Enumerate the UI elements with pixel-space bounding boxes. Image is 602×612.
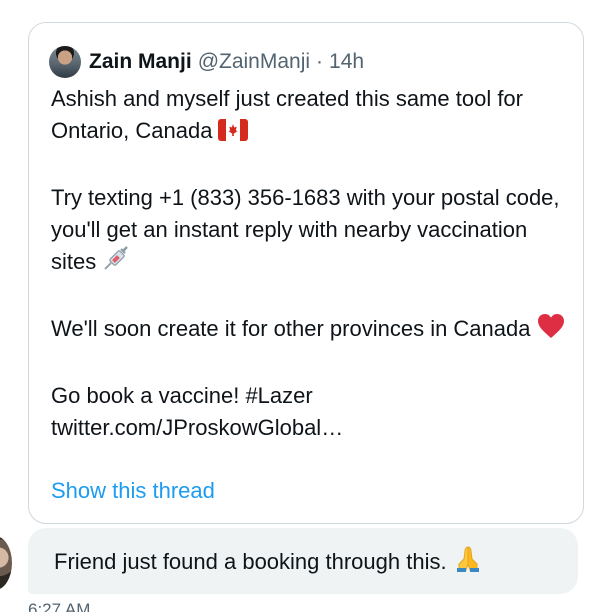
tweet-paragraph-4: Go book a vaccine! #Lazer twitter.com/JPr… bbox=[51, 380, 571, 444]
tweet-paragraph-3: We'll soon create it for other provinces… bbox=[51, 313, 571, 348]
dm-conversation: Zain Manji @ZainManji · 14h Ashish and m… bbox=[0, 0, 602, 612]
canada-flag-icon bbox=[218, 118, 249, 150]
tweet-paragraph-1-text: Ashish and myself just created this same… bbox=[51, 86, 523, 143]
tweet-time[interactable]: 14h bbox=[329, 50, 364, 74]
tweet-text: Ashish and myself just created this same… bbox=[51, 83, 571, 444]
tweet-paragraph-3-text: We'll soon create it for other provinces… bbox=[51, 316, 531, 341]
message-timestamp: 6:27 AM bbox=[28, 600, 91, 612]
syringe-icon bbox=[102, 246, 130, 281]
author-name[interactable]: Zain Manji bbox=[89, 50, 192, 74]
author-avatar[interactable] bbox=[49, 46, 81, 78]
tweet-hashtag-line: Go book a vaccine! #Lazer bbox=[51, 383, 313, 408]
tweet-header: Zain Manji @ZainManji · 14h bbox=[49, 45, 364, 79]
message-bubble[interactable]: Friend just found a booking through this… bbox=[28, 528, 578, 594]
folded-hands-icon bbox=[453, 544, 483, 578]
show-thread-link[interactable]: Show this thread bbox=[51, 475, 215, 507]
tweet-paragraph-2: Try texting +1 (833) 356-1683 with your … bbox=[51, 182, 571, 281]
quoted-tweet-card[interactable]: Zain Manji @ZainManji · 14h Ashish and m… bbox=[28, 22, 584, 524]
red-heart-icon bbox=[537, 313, 565, 348]
author-handle: @ZainManji bbox=[197, 50, 311, 73]
separator-dot: · bbox=[316, 50, 324, 73]
tweet-paragraph-1: Ashish and myself just created this same… bbox=[51, 83, 571, 150]
tweet-link[interactable]: twitter.com/JProskowGlobal… bbox=[51, 415, 343, 440]
message-text: Friend just found a booking through this… bbox=[54, 544, 483, 578]
sender-avatar[interactable] bbox=[0, 536, 12, 590]
message-text-content: Friend just found a booking through this… bbox=[54, 549, 447, 574]
